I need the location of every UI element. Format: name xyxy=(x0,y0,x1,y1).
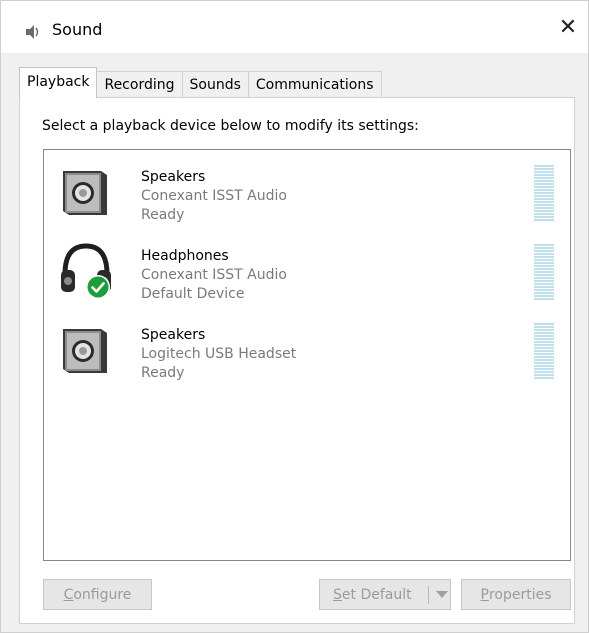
set-default-button[interactable]: Set Default xyxy=(319,579,451,610)
device-status: Default Device xyxy=(141,286,245,302)
window-title: Sound xyxy=(52,20,103,39)
device-name: Speakers xyxy=(141,327,206,343)
set-default-label: et Default xyxy=(341,586,412,603)
title-bar: Sound ✕ xyxy=(1,1,588,53)
close-icon: ✕ xyxy=(558,14,578,40)
device-list[interactable]: Speakers Conexant ISST Audio Ready Headp… xyxy=(43,149,571,561)
configure-mnemonic: C xyxy=(63,586,74,603)
chevron-down-icon[interactable] xyxy=(436,591,448,598)
split-divider xyxy=(428,586,429,604)
tab-playback[interactable]: Playback xyxy=(19,67,98,98)
device-name: Speakers xyxy=(141,169,206,185)
sound-dialog: Sound ✕ Playback Recording Sounds Commun… xyxy=(0,0,589,633)
device-item-speakers-conexant[interactable]: Speakers Conexant ISST Audio Ready xyxy=(44,154,570,226)
properties-label: roperties xyxy=(488,586,552,603)
tab-sounds[interactable]: Sounds xyxy=(181,71,249,98)
tab-strip: Playback Recording Sounds Communications xyxy=(19,67,382,98)
speaker-icon xyxy=(26,25,39,39)
instruction-text: Select a playback device below to modify… xyxy=(42,118,419,134)
device-driver: Conexant ISST Audio xyxy=(141,267,287,283)
default-device-check-icon xyxy=(86,275,110,299)
set-default-mnemonic: S xyxy=(333,586,342,603)
close-button[interactable]: ✕ xyxy=(548,7,588,47)
playback-panel: Select a playback device below to modify… xyxy=(19,97,575,624)
properties-mnemonic: P xyxy=(480,586,489,603)
device-name: Headphones xyxy=(141,248,229,264)
configure-label: onfigure xyxy=(73,586,132,603)
device-item-speakers-logitech[interactable]: Speakers Logitech USB Headset Ready xyxy=(44,312,570,384)
level-meter xyxy=(534,244,554,302)
device-status: Ready xyxy=(141,365,185,381)
level-meter xyxy=(534,323,554,381)
tab-recording[interactable]: Recording xyxy=(96,71,183,98)
tab-communications[interactable]: Communications xyxy=(247,71,382,98)
properties-button[interactable]: Properties xyxy=(461,579,571,610)
device-status: Ready xyxy=(141,207,185,223)
device-item-headphones-conexant[interactable]: Headphones Conexant ISST Audio Default D… xyxy=(44,233,570,305)
device-driver: Conexant ISST Audio xyxy=(141,188,287,204)
configure-button[interactable]: Configure xyxy=(43,579,152,610)
device-driver: Logitech USB Headset xyxy=(141,346,297,362)
level-meter xyxy=(534,165,554,223)
speaker-icon xyxy=(63,171,107,215)
speaker-icon xyxy=(63,329,107,373)
